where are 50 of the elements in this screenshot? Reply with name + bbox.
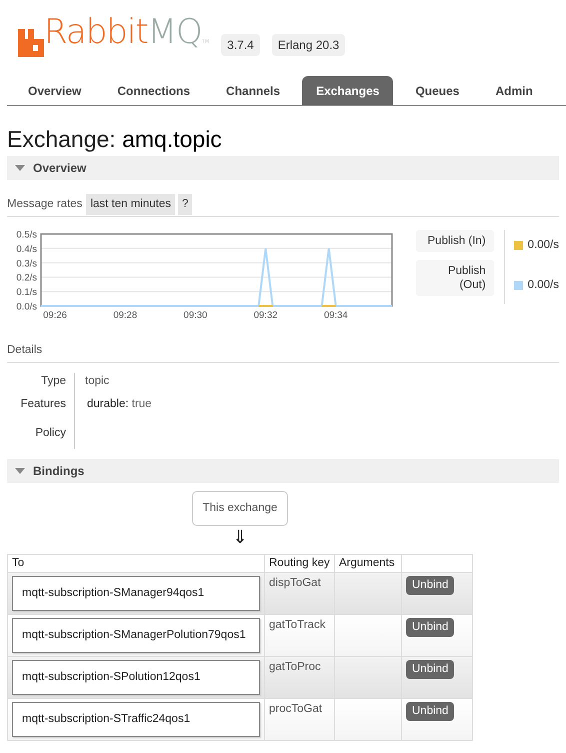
section-header[interactable]: Overview bbox=[7, 156, 559, 180]
rabbit-logo-icon bbox=[18, 29, 44, 57]
details-heading: Details bbox=[7, 342, 559, 362]
section-header[interactable]: Bindings bbox=[7, 458, 559, 482]
nav-tab[interactable]: Channels bbox=[212, 76, 294, 105]
queue-link-box[interactable]: mqtt-subscription-STraffic24qos1 bbox=[12, 702, 260, 737]
nav-tab[interactable]: Queues bbox=[401, 76, 474, 105]
y-tick-label: 0.0/s bbox=[16, 302, 38, 313]
type-label: Type bbox=[40, 374, 67, 388]
collapse-arrow-icon bbox=[15, 468, 25, 474]
collapse-arrow-icon bbox=[15, 165, 25, 171]
x-tick-label: 09:30 bbox=[184, 310, 208, 322]
legend-label: Publish (Out) bbox=[416, 260, 494, 296]
y-tick-label: 0.1/s bbox=[16, 287, 38, 298]
down-arrow-icon: ⇓ bbox=[232, 528, 248, 548]
y-tick-label: 0.3/s bbox=[16, 258, 38, 270]
rate-value: 0.00/s bbox=[528, 238, 559, 254]
unbind-button[interactable]: Unbind bbox=[406, 702, 454, 721]
unbind-button[interactable]: Unbind bbox=[406, 660, 454, 679]
column-header: To bbox=[8, 554, 264, 572]
nav-tab[interactable]: Connections bbox=[103, 76, 204, 105]
queue-link-box[interactable]: mqtt-subscription-SManager94qos1 bbox=[12, 576, 260, 611]
routing-key-cell: procToGat bbox=[264, 698, 334, 740]
help-button[interactable]: ? bbox=[178, 194, 192, 216]
y-tick-label: 0.5/s bbox=[16, 230, 38, 241]
queue-link-box[interactable]: mqtt-subscription-SPolution12qos1 bbox=[12, 660, 260, 695]
type-value: topic bbox=[74, 372, 207, 396]
feature-value: durable: true bbox=[87, 398, 152, 410]
message-rates-label: Message rates bbox=[7, 197, 84, 212]
time-range-selector[interactable]: last ten minutes bbox=[86, 194, 175, 216]
unbind-button[interactable]: Unbind bbox=[406, 576, 454, 595]
legend-label: Publish (In) bbox=[416, 230, 494, 252]
rate-value: 0.00/s bbox=[528, 278, 559, 292]
nav-tab[interactable]: Admin bbox=[481, 76, 547, 105]
x-tick-label: 09:32 bbox=[254, 310, 278, 322]
erlang-version-badge: Erlang 20.3 bbox=[272, 34, 346, 56]
y-tick-label: 0.2/s bbox=[16, 272, 38, 284]
y-tick-label: 0.4/s bbox=[16, 244, 38, 256]
nav-tab[interactable]: Overview bbox=[14, 76, 96, 105]
this-exchange-box: This exchange bbox=[192, 490, 288, 526]
page-title: Exchange: amq.topic bbox=[7, 126, 223, 152]
policy-label: Policy bbox=[34, 426, 67, 440]
unbind-button[interactable]: Unbind bbox=[406, 618, 454, 637]
nav-tab[interactable]: Exchanges bbox=[302, 76, 394, 105]
version-badge: 3.7.4 bbox=[221, 34, 260, 56]
x-tick-label: 09:28 bbox=[113, 310, 138, 322]
x-tick-label: 09:34 bbox=[324, 310, 348, 322]
x-tick-label: 09:26 bbox=[43, 310, 67, 322]
queue-link-box[interactable]: mqtt-subscription-SManagerPolution79qos1 bbox=[12, 618, 260, 653]
features-label: Features bbox=[20, 396, 67, 412]
